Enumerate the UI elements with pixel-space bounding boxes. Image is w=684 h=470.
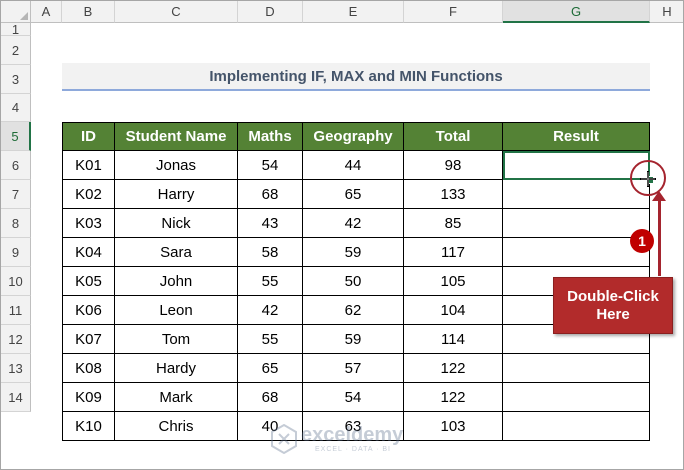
select-all-corner[interactable] [1,1,31,23]
row-header-11[interactable]: 11 [1,296,31,325]
row-header-2[interactable]: 2 [1,36,31,65]
table-cell-maths[interactable]: 58 [238,238,303,267]
table-cell-total[interactable]: 85 [404,209,503,238]
table-header-id: ID [62,122,115,151]
table-cell-geography[interactable]: 50 [303,267,404,296]
row-header-5[interactable]: 5 [1,122,31,151]
table-cell-geography[interactable]: 62 [303,296,404,325]
table-cell-id[interactable]: K03 [62,209,115,238]
row-header-14[interactable]: 14 [1,383,31,412]
watermark-name: exceldemy [301,424,404,446]
exceldemy-watermark: exceldemy EXCEL · DATA · BI [271,422,421,458]
row-header-12[interactable]: 12 [1,325,31,354]
row-header-7[interactable]: 7 [1,180,31,209]
table-header-total: Total [404,122,503,151]
table-header-student-name: Student Name [115,122,238,151]
table-cell-student-name[interactable]: Sara [115,238,238,267]
table-cell-geography[interactable]: 54 [303,383,404,412]
table-cell-maths[interactable]: 42 [238,296,303,325]
table-header-result: Result [503,122,650,151]
table-cell-geography[interactable]: 59 [303,238,404,267]
table-cell-student-name[interactable]: Tom [115,325,238,354]
table-cell-id[interactable]: K07 [62,325,115,354]
table-cell-student-name[interactable]: Harry [115,180,238,209]
table-cell-geography[interactable]: 42 [303,209,404,238]
table-cell-id[interactable]: K10 [62,412,115,441]
table-cell-maths[interactable]: 55 [238,267,303,296]
table-cell-id[interactable]: K08 [62,354,115,383]
column-header-d[interactable]: D [238,1,303,23]
table-cell-geography[interactable]: 57 [303,354,404,383]
row-header-13[interactable]: 13 [1,354,31,383]
row-header-1[interactable]: 1 [1,23,31,36]
table-cell-geography[interactable]: 65 [303,180,404,209]
callout-line-2: Here [596,305,630,323]
table-cell-id[interactable]: K06 [62,296,115,325]
table-cell-result[interactable] [503,238,650,267]
watermark-tagline: EXCEL · DATA · BI [315,446,391,453]
table-cell-result[interactable] [503,180,650,209]
table-cell-total[interactable]: 105 [404,267,503,296]
table-cell-result[interactable] [503,354,650,383]
callout-line-1: Double-Click [567,287,659,305]
table-cell-student-name[interactable]: Hardy [115,354,238,383]
table-cell-total[interactable]: 98 [404,151,503,180]
table-cell-id[interactable]: K09 [62,383,115,412]
table-cell-student-name[interactable]: Chris [115,412,238,441]
step-badge: 1 [630,229,654,253]
table-cell-id[interactable]: K02 [62,180,115,209]
row-header-4[interactable]: 4 [1,94,31,122]
table-cell-maths[interactable]: 65 [238,354,303,383]
table-cell-result[interactable] [503,151,650,180]
table-cell-result[interactable] [503,209,650,238]
annotation-connector-line [658,196,661,276]
table-cell-maths[interactable]: 54 [238,151,303,180]
table-cell-total[interactable]: 122 [404,383,503,412]
row-header-8[interactable]: 8 [1,209,31,238]
table-header-maths: Maths [238,122,303,151]
double-click-callout: Double-Click Here [553,277,673,334]
column-header-e[interactable]: E [303,1,404,23]
row-header-9[interactable]: 9 [1,238,31,267]
table-cell-total[interactable]: 133 [404,180,503,209]
table-cell-student-name[interactable]: Jonas [115,151,238,180]
row-header-6[interactable]: 6 [1,151,31,180]
column-header-f[interactable]: F [404,1,503,23]
table-cell-id[interactable]: K01 [62,151,115,180]
sheet-title: Implementing IF, MAX and MIN Functions [62,63,650,91]
table-cell-student-name[interactable]: Mark [115,383,238,412]
column-header-g[interactable]: G [503,1,650,23]
table-cell-student-name[interactable]: Leon [115,296,238,325]
table-cell-maths[interactable]: 68 [238,383,303,412]
fill-handle-cursor-icon[interactable] [640,171,656,187]
exceldemy-logo-icon [271,424,297,454]
table-cell-id[interactable]: K05 [62,267,115,296]
table-cell-total[interactable]: 117 [404,238,503,267]
table-cell-student-name[interactable]: John [115,267,238,296]
table-cell-maths[interactable]: 55 [238,325,303,354]
table-cell-maths[interactable]: 68 [238,180,303,209]
table-cell-result[interactable] [503,383,650,412]
column-header-h[interactable]: H [650,1,683,23]
table-cell-total[interactable]: 114 [404,325,503,354]
spreadsheet-window: ABCDEFGH 1 2 3 4 5 6 7 8 9 10 11 12 13 14 Implementin… [0,0,684,470]
table-cell-total[interactable]: 104 [404,296,503,325]
column-header-c[interactable]: C [115,1,238,23]
table-cell-id[interactable]: K04 [62,238,115,267]
column-header-a[interactable]: A [31,1,62,23]
table-cell-maths[interactable]: 43 [238,209,303,238]
column-header-b[interactable]: B [62,1,115,23]
table-cell-result[interactable] [503,412,650,441]
row-header-10[interactable]: 10 [1,267,31,296]
table-cell-geography[interactable]: 59 [303,325,404,354]
table-header-geography: Geography [303,122,404,151]
table-cell-geography[interactable]: 44 [303,151,404,180]
row-header-3[interactable]: 3 [1,65,31,94]
table-cell-total[interactable]: 122 [404,354,503,383]
table-cell-student-name[interactable]: Nick [115,209,238,238]
